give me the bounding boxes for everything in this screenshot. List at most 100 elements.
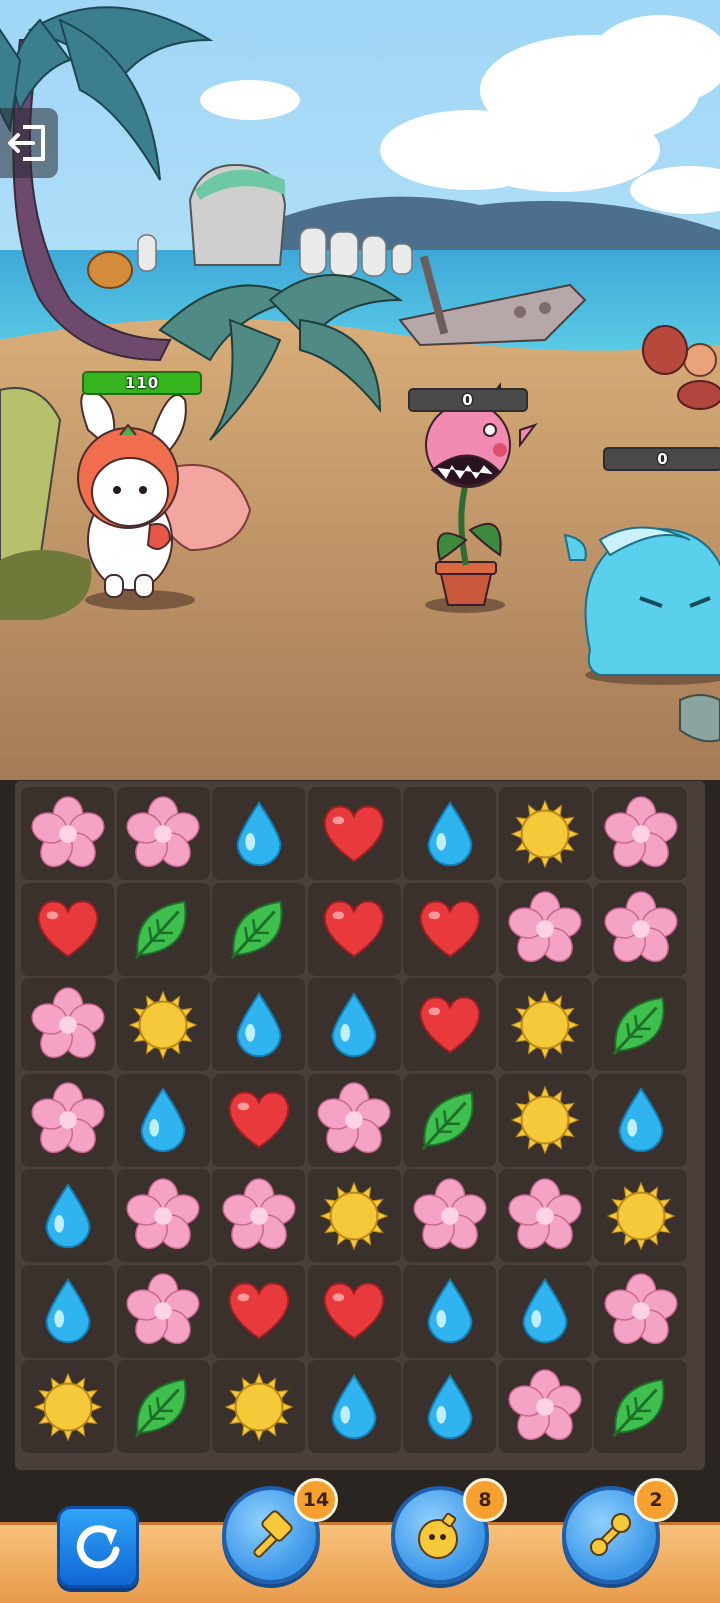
- tile-flower[interactable]: [403, 1169, 496, 1262]
- flower-icon: [126, 1177, 200, 1249]
- tile-sun[interactable]: [498, 787, 592, 880]
- flower-icon: [603, 1273, 678, 1345]
- refresh-button[interactable]: [57, 1506, 139, 1588]
- tile-leaf[interactable]: [116, 882, 210, 976]
- flower-icon: [603, 795, 678, 867]
- tile-heart[interactable]: [403, 882, 496, 976]
- flower-icon: [603, 891, 678, 963]
- tile-flower[interactable]: [21, 787, 114, 880]
- exit-door-icon: [8, 125, 45, 161]
- tile-sun[interactable]: [21, 1360, 114, 1453]
- sun-icon: [33, 1372, 102, 1441]
- tile-sun[interactable]: [212, 1360, 305, 1453]
- heart-icon: [323, 900, 385, 958]
- heart-icon: [323, 805, 385, 862]
- flower-icon: [412, 1177, 487, 1249]
- water-icon: [236, 991, 281, 1057]
- tile-water[interactable]: [403, 787, 496, 880]
- tile-water[interactable]: [403, 1360, 496, 1453]
- drill-booster-button[interactable]: 2: [562, 1478, 678, 1584]
- water-icon: [427, 800, 472, 866]
- tile-water[interactable]: [212, 787, 305, 880]
- tile-heart[interactable]: [403, 978, 496, 1071]
- tile-flower[interactable]: [116, 787, 210, 880]
- tile-sun[interactable]: [498, 1073, 592, 1167]
- tile-water[interactable]: [307, 978, 401, 1071]
- tile-heart[interactable]: [307, 1264, 401, 1358]
- tile-flower[interactable]: [594, 1264, 687, 1358]
- tile-leaf[interactable]: [116, 1360, 210, 1453]
- leaf-icon: [134, 1378, 187, 1437]
- flower-icon: [30, 795, 105, 867]
- flower-icon: [221, 1177, 296, 1249]
- water-icon: [45, 1278, 90, 1344]
- leaf-icon: [612, 996, 664, 1055]
- tile-flower[interactable]: [116, 1169, 210, 1262]
- bomb-icon: [418, 1512, 458, 1559]
- sun-icon: [224, 1372, 293, 1441]
- sun-icon: [128, 990, 198, 1059]
- sun-icon: [606, 1181, 675, 1250]
- match3-board: [15, 781, 705, 1470]
- tile-flower[interactable]: [21, 1073, 114, 1167]
- tile-sun[interactable]: [116, 978, 210, 1071]
- water-icon: [522, 1278, 568, 1344]
- tile-leaf[interactable]: [403, 1073, 496, 1167]
- refresh-icon: [76, 1525, 120, 1569]
- sun-icon: [510, 1085, 580, 1155]
- tile-leaf[interactable]: [594, 1360, 687, 1453]
- flower-icon: [317, 1082, 391, 1154]
- tile-flower[interactable]: [212, 1169, 305, 1262]
- hammer-icon: [253, 1510, 293, 1558]
- tile-heart[interactable]: [21, 882, 114, 976]
- leaf-icon: [230, 900, 282, 960]
- tile-flower[interactable]: [498, 882, 592, 976]
- tile-leaf[interactable]: [212, 882, 305, 976]
- sun-icon: [510, 799, 580, 868]
- tile-water[interactable]: [212, 978, 305, 1071]
- tile-leaf[interactable]: [594, 978, 687, 1071]
- heart-icon: [228, 1091, 289, 1149]
- tile-sun[interactable]: [307, 1169, 401, 1262]
- tile-sun[interactable]: [594, 1169, 687, 1262]
- enemy-hp-bar: 0: [603, 447, 720, 471]
- tile-flower[interactable]: [21, 978, 114, 1071]
- tile-heart[interactable]: [212, 1073, 305, 1167]
- tile-sun[interactable]: [498, 978, 592, 1071]
- hammer-booster-button[interactable]: 14: [222, 1478, 338, 1584]
- player-hp-bar: 110: [82, 371, 202, 395]
- tile-water[interactable]: [21, 1169, 114, 1262]
- water-icon: [45, 1182, 90, 1248]
- tile-water[interactable]: [594, 1073, 687, 1167]
- bomb-booster-button[interactable]: 8: [391, 1478, 507, 1584]
- leaf-icon: [421, 1091, 473, 1151]
- flower-icon: [508, 891, 582, 963]
- tile-water[interactable]: [21, 1264, 114, 1358]
- tile-heart[interactable]: [307, 787, 401, 880]
- tile-flower[interactable]: [594, 787, 687, 880]
- flower-icon: [126, 1273, 200, 1345]
- tile-water[interactable]: [403, 1264, 496, 1358]
- tile-flower[interactable]: [594, 882, 687, 976]
- sun-icon: [510, 990, 580, 1059]
- heart-icon: [228, 1282, 289, 1340]
- tile-flower[interactable]: [498, 1169, 592, 1262]
- water-icon: [331, 991, 377, 1057]
- flower-icon: [508, 1177, 582, 1249]
- drill-count-badge: 2: [634, 1478, 678, 1522]
- heart-icon: [419, 900, 480, 958]
- exit-button[interactable]: [0, 108, 58, 178]
- tile-flower[interactable]: [498, 1360, 592, 1453]
- water-icon: [427, 1373, 472, 1439]
- tile-water[interactable]: [116, 1073, 210, 1167]
- water-icon: [427, 1278, 472, 1344]
- tile-heart[interactable]: [212, 1264, 305, 1358]
- tile-flower[interactable]: [116, 1264, 210, 1358]
- tile-heart[interactable]: [307, 882, 401, 976]
- tile-flower[interactable]: [307, 1073, 401, 1167]
- flower-icon: [508, 1368, 582, 1440]
- flower-icon: [126, 795, 200, 867]
- tile-water[interactable]: [498, 1264, 592, 1358]
- tile-water[interactable]: [307, 1360, 401, 1453]
- heart-icon: [419, 996, 480, 1053]
